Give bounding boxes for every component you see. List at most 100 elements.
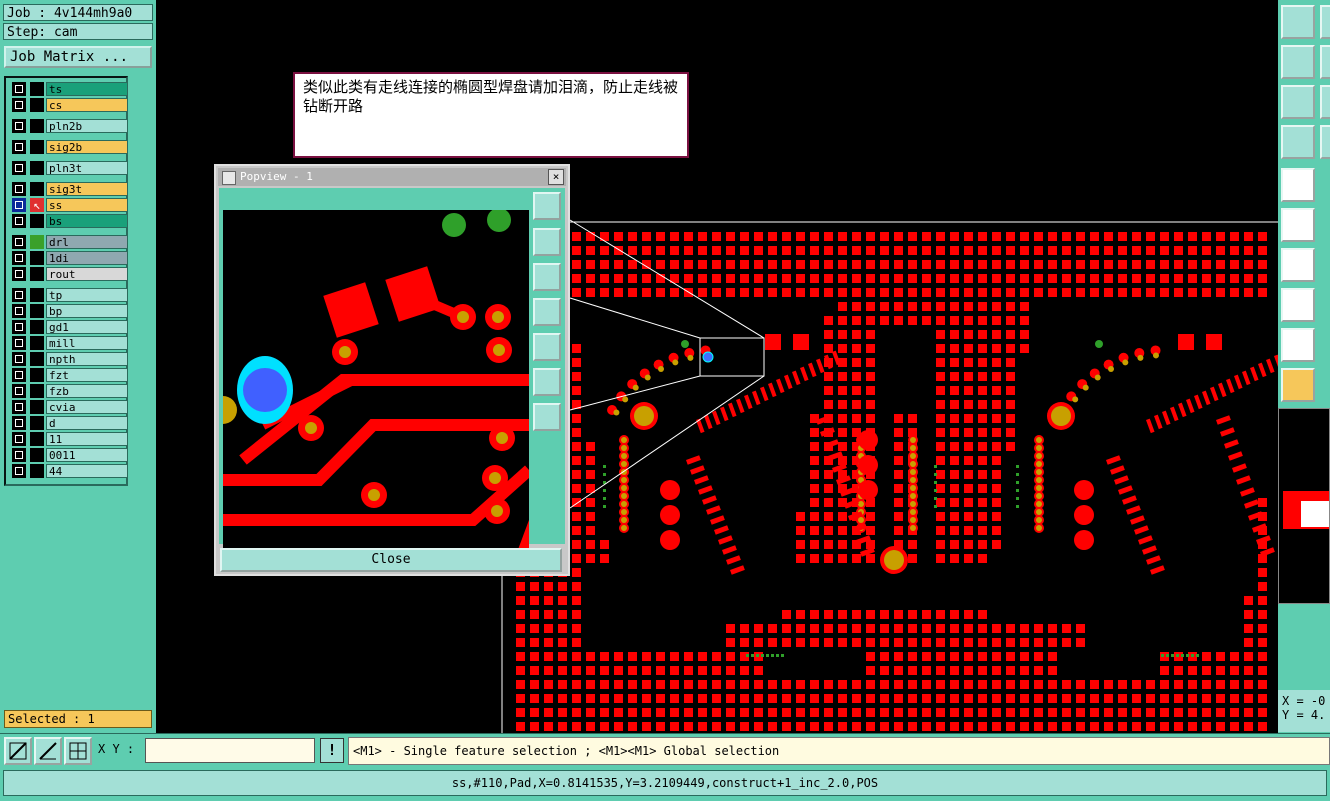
overview-map[interactable]: [1278, 408, 1330, 604]
layer-mark[interactable]: [30, 352, 44, 366]
layer-mark[interactable]: [30, 400, 44, 414]
layer-mark[interactable]: [30, 416, 44, 430]
snap-angle-icon[interactable]: [34, 737, 62, 765]
layer-checkbox[interactable]: [12, 336, 26, 350]
toolbar-edge-button[interactable]: [1320, 5, 1330, 39]
layer-row-drl[interactable]: drl: [10, 235, 128, 249]
zoom-fit-icon[interactable]: [533, 192, 561, 220]
layer-row-cvia[interactable]: cvia: [10, 400, 128, 414]
layer-name[interactable]: ss: [46, 198, 128, 212]
pan-down-icon[interactable]: [533, 263, 561, 291]
layer-name[interactable]: mill: [46, 336, 128, 350]
layer-name[interactable]: 44: [46, 464, 128, 478]
layer-row-fzt[interactable]: fzt: [10, 368, 128, 382]
layer-checkbox[interactable]: [12, 432, 26, 446]
popview-window[interactable]: Popview - 1 × Close: [214, 164, 570, 576]
layer-checkbox[interactable]: [12, 182, 26, 196]
popview-zoom-view[interactable]: [223, 210, 529, 563]
layer-mark[interactable]: ↖: [30, 198, 44, 212]
layer-mark[interactable]: [30, 82, 44, 96]
layer-checkbox[interactable]: [12, 119, 26, 133]
layer-row-rout[interactable]: rout: [10, 267, 128, 281]
layer-row-ss[interactable]: ↖ ss: [10, 198, 128, 212]
layer-mark[interactable]: [30, 464, 44, 478]
layer-name[interactable]: cs: [46, 98, 128, 112]
zoom-home-icon[interactable]: [1281, 5, 1315, 39]
layer-mark[interactable]: [30, 235, 44, 249]
pan-left-icon[interactable]: [533, 298, 561, 326]
layer-mark[interactable]: [30, 336, 44, 350]
layer-row-mill[interactable]: mill: [10, 336, 128, 350]
layer-checkbox[interactable]: [12, 140, 26, 154]
pan-up-icon[interactable]: [533, 228, 561, 256]
layer-mark[interactable]: [30, 182, 44, 196]
layer-row-11[interactable]: 11: [10, 432, 128, 446]
ruler-icon[interactable]: [1281, 248, 1315, 282]
layer-row-tp[interactable]: tp: [10, 288, 128, 302]
layer-row-pln3t[interactable]: pln3t: [10, 161, 128, 175]
layer-mark[interactable]: [30, 304, 44, 318]
warning-button[interactable]: !: [320, 738, 344, 763]
layer-row-bs[interactable]: bs: [10, 214, 128, 228]
layer-mark[interactable]: [30, 214, 44, 228]
layer-row-bp[interactable]: bp: [10, 304, 128, 318]
layer-checkbox[interactable]: [12, 400, 26, 414]
layer-row-fzb[interactable]: fzb: [10, 384, 128, 398]
popview-title[interactable]: Popview - 1: [218, 168, 566, 186]
zoom-fit-icon[interactable]: [1281, 85, 1315, 119]
layer-name[interactable]: ts: [46, 82, 128, 96]
layer-row-cs[interactable]: cs: [10, 98, 128, 112]
layer-mark[interactable]: [30, 140, 44, 154]
layer-name[interactable]: 11: [46, 432, 128, 446]
layer-row-d[interactable]: d: [10, 416, 128, 430]
layer-checkbox[interactable]: [12, 267, 26, 281]
layer-checkbox[interactable]: [12, 384, 26, 398]
layer-name[interactable]: gd1: [46, 320, 128, 334]
layer-checkbox[interactable]: [12, 161, 26, 175]
layer-checkbox[interactable]: [12, 214, 26, 228]
toolbar-edge-button[interactable]: [1320, 125, 1330, 159]
layer-row-sig2b[interactable]: sig2b: [10, 140, 128, 154]
layer-mark[interactable]: [30, 320, 44, 334]
toolbar-edge-button[interactable]: [1320, 85, 1330, 119]
layer-mark[interactable]: [30, 98, 44, 112]
toolbar-edge-button[interactable]: [1320, 45, 1330, 79]
layer-row-sig3t[interactable]: sig3t: [10, 182, 128, 196]
pan-right-icon[interactable]: [533, 333, 561, 361]
layer-name[interactable]: sig3t: [46, 182, 128, 196]
snap-line-icon[interactable]: [4, 737, 32, 765]
layer-checkbox[interactable]: [12, 320, 26, 334]
layer-mark[interactable]: [30, 119, 44, 133]
layer-checkbox[interactable]: [12, 368, 26, 382]
layer-name[interactable]: bs: [46, 214, 128, 228]
layer-checkbox[interactable]: [12, 416, 26, 430]
layer-row-npth[interactable]: npth: [10, 352, 128, 366]
layer-name[interactable]: 1di: [46, 251, 128, 265]
job-matrix-button[interactable]: Job Matrix ...: [4, 46, 152, 68]
grid-snap-icon[interactable]: [64, 737, 92, 765]
angle-icon[interactable]: [1281, 328, 1315, 362]
layer-mark[interactable]: [30, 161, 44, 175]
layer-checkbox[interactable]: [12, 448, 26, 462]
layer-checkbox[interactable]: [12, 98, 26, 112]
select-arrow-icon[interactable]: [1281, 368, 1315, 402]
layer-name[interactable]: tp: [46, 288, 128, 302]
layer-row-pln2b[interactable]: pln2b: [10, 119, 128, 133]
zoom-back-icon[interactable]: [1281, 45, 1315, 79]
net-icon[interactable]: [1281, 208, 1315, 242]
layer-checkbox[interactable]: [12, 251, 26, 265]
layer-name[interactable]: rout: [46, 267, 128, 281]
layer-row-gd1[interactable]: gd1: [10, 320, 128, 334]
layer-checkbox[interactable]: [12, 198, 26, 212]
layer-name[interactable]: 0011: [46, 448, 128, 462]
layer-mark[interactable]: [30, 267, 44, 281]
layer-checkbox[interactable]: [12, 82, 26, 96]
layer-mark[interactable]: [30, 448, 44, 462]
layer-checkbox[interactable]: [12, 352, 26, 366]
layer-row-ts[interactable]: ts: [10, 82, 128, 96]
layer-name[interactable]: cvia: [46, 400, 128, 414]
layer-row-44[interactable]: 44: [10, 464, 128, 478]
layer-mark[interactable]: [30, 368, 44, 382]
layer-checkbox[interactable]: [12, 288, 26, 302]
zoom-out-icon[interactable]: [533, 403, 561, 431]
